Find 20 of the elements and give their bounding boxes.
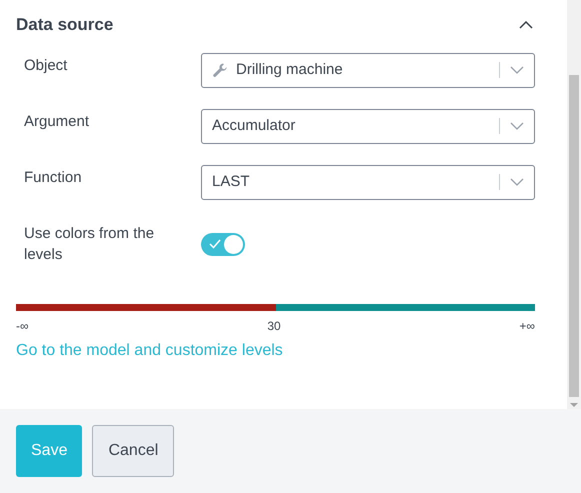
level-label: +∞ [519, 318, 535, 335]
dropdown-caret-icon [510, 178, 524, 186]
level-label: -∞ [16, 318, 29, 335]
select-field[interactable]: Accumulator [201, 108, 535, 144]
select-field[interactable]: LAST [201, 164, 535, 200]
field-label: Object [24, 56, 68, 76]
dropdown-caret-icon [510, 122, 524, 130]
toggle-switch[interactable] [201, 232, 245, 256]
scrollbar[interactable] [567, 0, 581, 409]
dropdown-caret-icon [510, 66, 524, 74]
collapse-caret-icon[interactable] [517, 18, 535, 31]
section-title: Data source [16, 14, 114, 36]
field-label: Argument [24, 112, 90, 132]
cancel-button[interactable]: Cancel [92, 425, 174, 477]
field-label: Use colors from the levels [24, 224, 156, 266]
check-icon [209, 239, 221, 249]
level-label: 30 [267, 318, 281, 335]
wrench-icon [212, 62, 229, 78]
select-field[interactable]: Drilling machine [201, 52, 535, 88]
field-label: Function [24, 168, 83, 188]
